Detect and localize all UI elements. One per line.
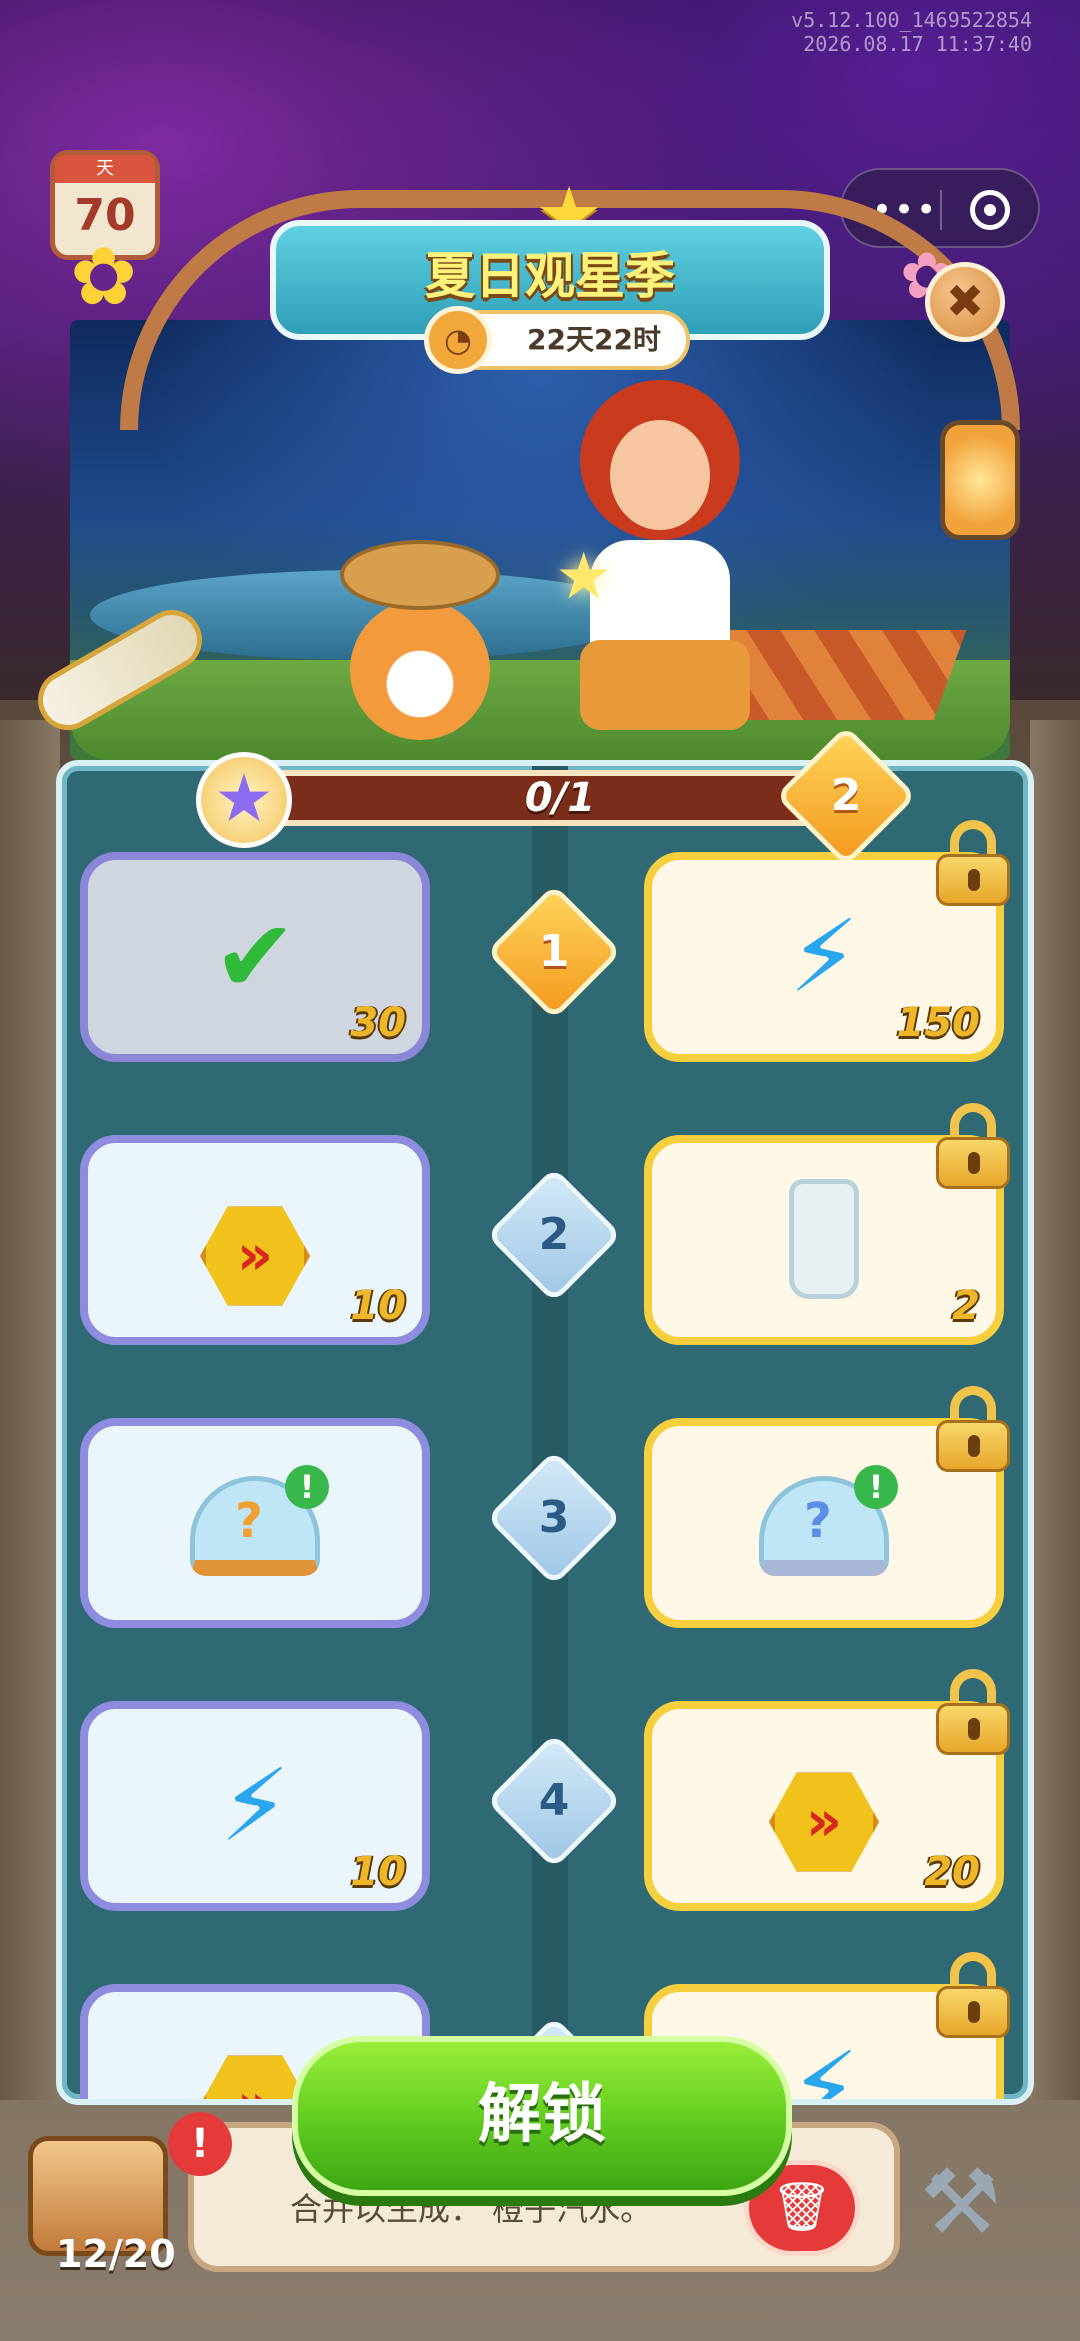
padlock-icon: [936, 820, 1010, 906]
premium-reward-card[interactable]: ⚡ 150: [644, 820, 1010, 1062]
glowing-star-icon: ★: [555, 540, 613, 614]
exclamation-badge-icon: !: [285, 1465, 329, 1509]
level-number: 1: [538, 926, 570, 977]
padlock-icon: [936, 1952, 1010, 2038]
speedup-hex-icon: »: [200, 1206, 310, 1306]
trash-icon: 🗑: [771, 2179, 833, 2235]
cat-body: [350, 600, 490, 740]
question-mark-icon: ?: [235, 1493, 263, 1549]
mystery-dome-silver-icon: ?!: [759, 1465, 898, 1576]
girl-skirt: [580, 640, 750, 730]
cat-straw-hat: [340, 540, 500, 610]
free-reward-card[interactable]: ✔ 30: [80, 852, 430, 1062]
free-reward-amount: 10: [350, 1283, 406, 1329]
energy-bolt-icon: ⚡: [219, 1747, 291, 1864]
calendar-header: 天: [55, 155, 155, 183]
premium-reward-card[interactable]: 2: [644, 1103, 1010, 1345]
speedup-hex-icon: »: [769, 1772, 879, 1872]
next-level-number: 2: [830, 770, 862, 821]
reward-row: » 10 2 2: [62, 1103, 1028, 1355]
free-reward-amount: 10: [350, 1849, 406, 1895]
flower-decoration-icon: ✿: [70, 230, 138, 323]
padlock-body: [936, 854, 1010, 906]
alert-badge: !: [168, 2112, 232, 2176]
right-item-dock: [1030, 720, 1080, 2100]
energy-bolt-icon: ⚡: [788, 898, 860, 1015]
version-info: v5.12.100_1469522854 2026.08.17 11:37:40: [791, 8, 1032, 56]
event-banner: ★ 夏日观星季 ◔ 22天22时: [30, 170, 1050, 780]
hammer-icon[interactable]: ⚒: [920, 2150, 1030, 2260]
level-number: 4: [538, 1775, 570, 1826]
padlock-body: [936, 1137, 1010, 1189]
padlock-body: [936, 1703, 1010, 1755]
padlock-body: [936, 1986, 1010, 2038]
exclamation-badge-icon: !: [854, 1465, 898, 1509]
premium-reward-amount: 150: [896, 1000, 981, 1046]
padlock-icon: [936, 1103, 1010, 1189]
reward-row: ?! 3?!: [62, 1386, 1028, 1638]
premium-reward-card[interactable]: ?!: [644, 1386, 1010, 1628]
build-time: 2026.08.17 11:37:40: [803, 32, 1032, 56]
reward-row: ✔ 30 1 ⚡ 150: [62, 820, 1028, 1072]
time-left: 22天22时: [527, 323, 661, 356]
energy-bolt-icon: ⚡: [788, 2030, 860, 2105]
progress-star-icon: ★: [196, 752, 292, 848]
milk-bottle-icon: [789, 1179, 859, 1299]
close-icon: ✖: [945, 274, 985, 328]
pass-reward-panel: ✔301⚡150»1022?!3?!⚡104»20»5⚡: [56, 760, 1034, 2105]
close-button[interactable]: ✖: [925, 262, 1005, 342]
padlock-icon: [936, 1669, 1010, 1755]
version-string: v5.12.100_1469522854: [791, 8, 1032, 32]
padlock-body: [936, 1420, 1010, 1472]
girl-face: [610, 420, 710, 530]
padlock-icon: [936, 1386, 1010, 1472]
free-reward-card[interactable]: ⚡ 10: [80, 1701, 430, 1911]
bakery-count: 12/20: [56, 2232, 176, 2276]
stopwatch-icon: ◔: [424, 306, 492, 374]
event-timer: ◔ 22天22时: [424, 306, 690, 374]
left-item-dock: [0, 720, 60, 2100]
cat-character: [340, 540, 500, 740]
mystery-dome-gold-icon: ?!: [190, 1465, 329, 1576]
free-reward-card[interactable]: ?!: [80, 1418, 430, 1628]
check-icon: ✔: [213, 898, 297, 1015]
lantern-icon: [940, 420, 1020, 540]
reward-icon-wrap: ?!: [88, 1426, 422, 1620]
level-number: 3: [538, 1492, 570, 1543]
free-reward-amount: 30: [350, 1000, 406, 1046]
premium-reward-amount: 2: [952, 1283, 980, 1329]
progress-text: 0/1: [524, 775, 596, 821]
level-number: 2: [538, 1209, 570, 1260]
free-reward-card[interactable]: » 10: [80, 1135, 430, 1345]
unlock-button[interactable]: 解锁: [292, 2036, 792, 2196]
question-mark-icon: ?: [804, 1493, 832, 1549]
premium-reward-amount: 20: [924, 1849, 980, 1895]
premium-reward-card[interactable]: » 20: [644, 1669, 1010, 1911]
reward-row: ⚡ 10 4 » 20: [62, 1669, 1028, 1921]
